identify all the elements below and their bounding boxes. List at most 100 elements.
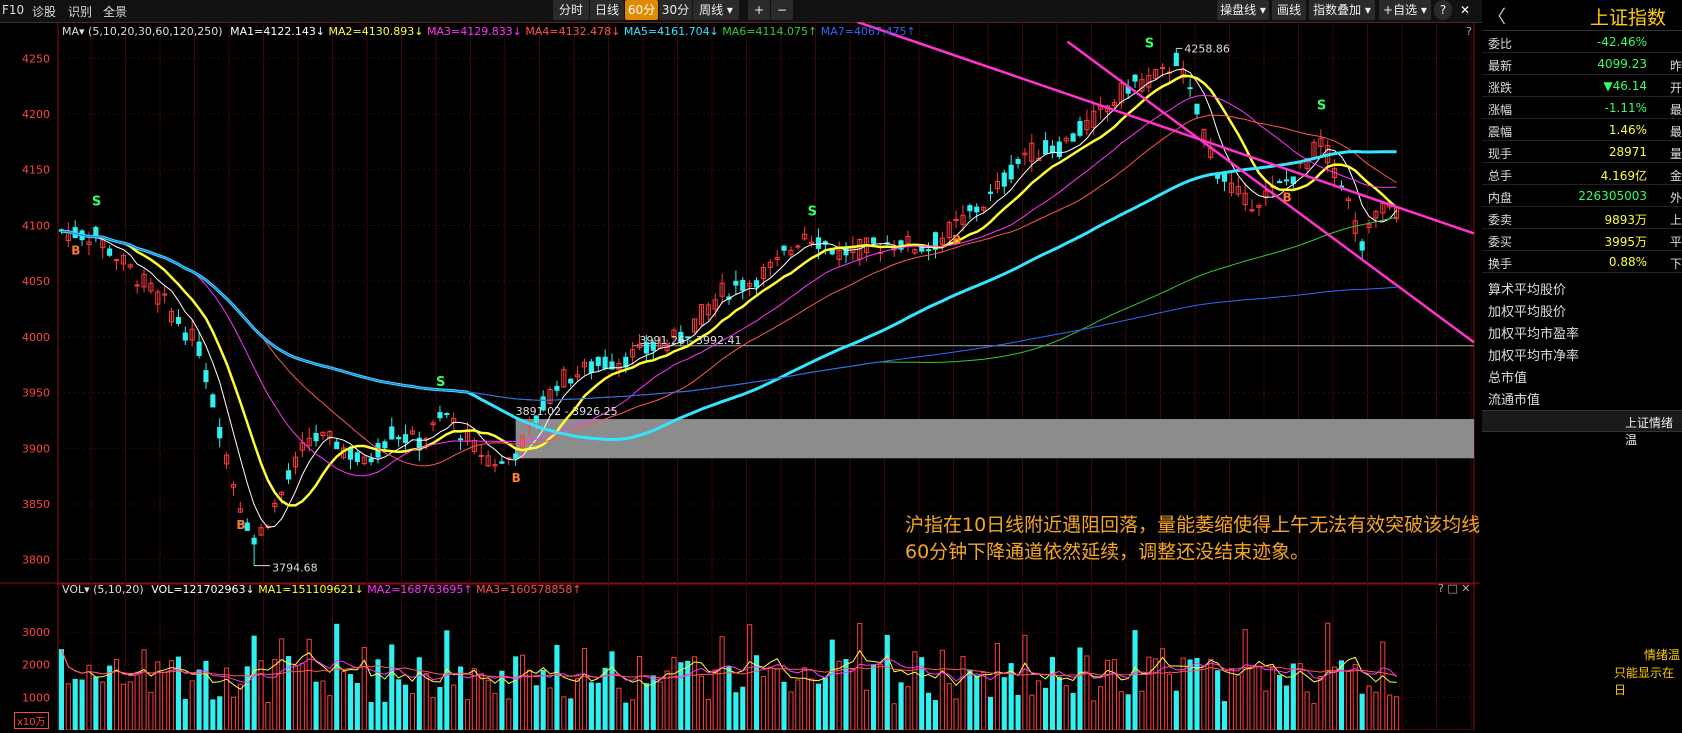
ma1-value: MA1=4122.143↓ — [230, 25, 326, 38]
price-tick-label: 3950 — [22, 387, 50, 400]
ma2-value: MA2=4130.893↓ — [328, 25, 424, 38]
vol-panel-icons[interactable]: ? □ ✕ — [1438, 582, 1470, 595]
tab-weekly[interactable]: 周线 ▾ — [693, 0, 739, 20]
volume-bar — [664, 670, 670, 731]
volume-bar — [1029, 694, 1035, 731]
channel-upper-line — [856, 20, 1475, 235]
candle-body — [285, 470, 292, 480]
quote-value: 28971 — [1608, 145, 1647, 159]
candle-body — [244, 522, 250, 531]
volume-bar — [1077, 647, 1083, 731]
ma4-value: MA4=4132.478↓ — [525, 25, 621, 38]
identify-button[interactable]: 识别 — [68, 3, 92, 20]
chart-svg[interactable]: 4250 4200 4150 4100 4050 4000 3950 3900 3850 3800… — [0, 20, 1480, 731]
quote-row: 最新 4099.23 昨 — [1482, 53, 1682, 75]
ma-menu[interactable]: MA▾ — [62, 25, 85, 38]
quote-label: 委买 — [1488, 235, 1513, 249]
quote-tail: 金 — [1670, 169, 1682, 183]
diagnose-button[interactable]: 诊股 — [32, 3, 56, 20]
volume-bar — [981, 671, 987, 731]
candle-body — [1194, 103, 1200, 115]
draw-line-button[interactable]: 画线 — [1272, 0, 1306, 20]
tab-intraday[interactable]: 分时 — [553, 0, 589, 20]
volume-bar — [313, 681, 319, 731]
candle-body — [1359, 241, 1365, 251]
help-icon[interactable]: ? — [1434, 0, 1452, 20]
quote-value: ▼46.14 — [1603, 79, 1647, 93]
quote-value: 3995万 — [1604, 235, 1647, 249]
volume-bar — [733, 692, 739, 731]
candle-body — [554, 385, 560, 391]
volume-bar — [1132, 630, 1138, 731]
candle-body — [217, 426, 223, 439]
volume-bar — [630, 699, 636, 731]
zoom-out-button[interactable]: − — [771, 0, 793, 20]
price-tick-label: 4200 — [22, 108, 50, 121]
kline-chart-area[interactable]: 4250 4200 4150 4100 4050 4000 3950 3900 3850 3800… — [0, 20, 1499, 731]
candle-body — [781, 245, 787, 251]
volume-bar — [795, 679, 801, 731]
close-panel-icon[interactable]: ✕ — [1456, 0, 1474, 20]
volume-bar — [196, 669, 202, 731]
candle-body — [182, 332, 188, 341]
volume-bar — [1221, 701, 1228, 731]
vol-ma2-value: MA2=168763695↑ — [367, 583, 473, 596]
volume-bar — [444, 630, 450, 731]
sentiment-note-2: 只能显示在日 — [1614, 666, 1675, 697]
volume-bar — [774, 668, 780, 731]
volume-bar — [747, 624, 753, 731]
volume-bar — [1256, 666, 1262, 731]
panorama-button[interactable]: 全景 — [103, 3, 127, 20]
candle-body — [1249, 209, 1255, 212]
back-icon[interactable]: 〈 — [1488, 3, 1506, 29]
volume-bar — [347, 674, 354, 731]
chart-help-icon[interactable]: ? — [1466, 25, 1472, 38]
volume-bar — [781, 681, 787, 731]
candle-body — [870, 237, 877, 244]
volume-bar — [148, 691, 154, 731]
ma-params: (5,10,20,30,60,120,250) — [88, 25, 223, 38]
vol-menu[interactable]: VOL▾ — [62, 583, 90, 596]
volume-bar — [299, 662, 305, 731]
tab-daily[interactable]: 日线 — [590, 0, 624, 20]
annotation-line-2: 60分钟下降通道依然延续，调整还没结束迹象。 — [905, 541, 1310, 563]
volume-bar — [1345, 671, 1351, 731]
volume-bar — [533, 685, 539, 731]
candle-body — [402, 434, 409, 444]
sell-signal-label: S — [92, 194, 101, 209]
add-watchlist-menu[interactable]: +自选 ▾ — [1379, 0, 1431, 20]
candle-body — [1056, 141, 1062, 158]
buy-signal-label: B — [236, 518, 245, 532]
volume-bar — [230, 696, 237, 731]
vol-ma3-value: MA3=160578858↑ — [476, 583, 582, 596]
candle-body — [740, 279, 746, 291]
candle-body — [1160, 67, 1166, 70]
zoom-in-button[interactable]: + — [748, 0, 770, 20]
trading-line-menu[interactable]: 操盘线 ▾ — [1217, 0, 1269, 20]
sentiment-note-1: 情绪温 — [1644, 648, 1681, 662]
volume-bar — [726, 666, 732, 731]
volume-bar — [884, 634, 890, 731]
index-overlay-menu[interactable]: 指数叠加 ▾ — [1309, 0, 1375, 20]
stat-label: 加权平均股价 — [1488, 305, 1567, 320]
f10-button[interactable]: F10 — [2, 3, 24, 17]
candle-body — [1077, 120, 1083, 136]
volume-bar — [354, 682, 360, 731]
buy-signal-label: B — [512, 471, 521, 485]
candle-body — [347, 448, 354, 460]
volume-bar — [946, 683, 952, 731]
volume-bar — [760, 676, 766, 731]
volume-bar — [657, 681, 663, 731]
volume-bar — [409, 693, 415, 731]
volume-bar — [327, 695, 333, 731]
volume-bar — [1043, 687, 1049, 731]
tab-30min[interactable]: 30分 — [659, 0, 692, 20]
sell-signal-label: S — [1317, 98, 1326, 113]
volume-bar — [643, 683, 649, 731]
volume-bar — [602, 667, 608, 731]
volume-bar — [967, 669, 973, 731]
price-tick-label: 3850 — [22, 498, 50, 511]
tab-60min[interactable]: 60分 — [625, 0, 658, 20]
volume-bar — [389, 644, 395, 731]
quote-value: 0.88% — [1608, 255, 1647, 269]
